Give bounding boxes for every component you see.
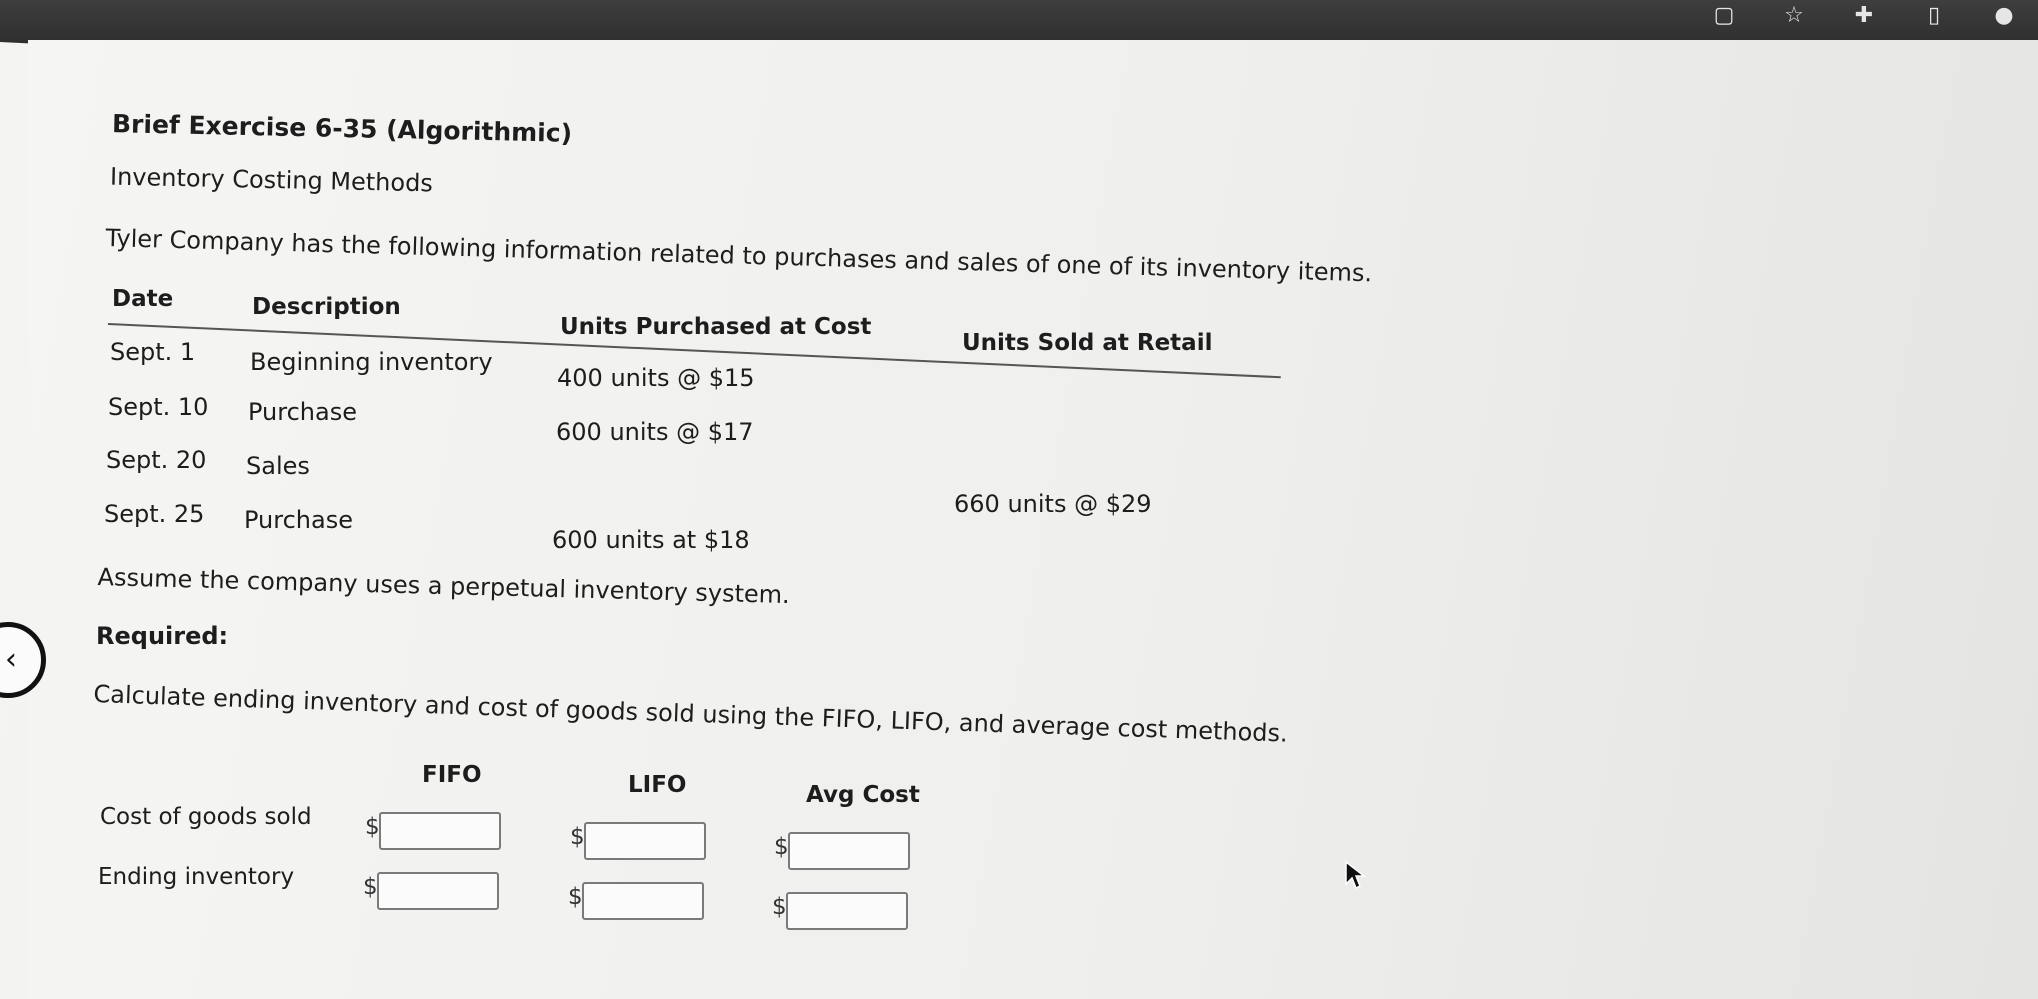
chevron-left-icon: ‹ bbox=[5, 642, 17, 677]
page-subtitle: Inventory Costing Methods bbox=[109, 162, 434, 198]
header-description: Description bbox=[252, 294, 401, 320]
row-1-purchased: 400 units @ $15 bbox=[557, 364, 755, 392]
row-label-cogs: Cost of goods sold bbox=[100, 804, 312, 830]
dollar-sign: $ bbox=[363, 874, 378, 900]
row-1-date: Sept. 1 bbox=[110, 338, 196, 366]
instruction-text: Calculate ending inventory and cost of g… bbox=[93, 680, 1289, 748]
row-3-date: Sept. 20 bbox=[106, 446, 207, 474]
column-lifo: LIFO bbox=[628, 772, 687, 798]
row-4-date: Sept. 25 bbox=[104, 500, 205, 528]
required-label: Required: bbox=[96, 622, 229, 650]
page-title: Brief Exercise 6-35 (Algorithmic) bbox=[111, 109, 573, 148]
dollar-sign: $ bbox=[568, 884, 583, 910]
header-units-purchased: Units Purchased at Cost bbox=[560, 314, 872, 340]
puzzle-icon[interactable]: ✚ bbox=[1850, 3, 1878, 28]
row-1-description: Beginning inventory bbox=[250, 348, 493, 376]
dollar-sign: $ bbox=[774, 834, 789, 860]
star-icon[interactable]: ☆ bbox=[1780, 3, 1808, 28]
dollar-sign: $ bbox=[365, 814, 380, 840]
cogs-lifo-input[interactable] bbox=[584, 822, 706, 860]
row-4-purchased: 600 units at $18 bbox=[552, 526, 750, 554]
dollar-sign: $ bbox=[570, 824, 585, 850]
header-units-sold: Units Sold at Retail bbox=[962, 330, 1213, 356]
row-3-sold: 660 units @ $29 bbox=[954, 490, 1152, 518]
row-4-description: Purchase bbox=[244, 506, 353, 534]
exercise-panel: Brief Exercise 6-35 (Algorithmic) Invent… bbox=[28, 40, 2038, 999]
row-label-ending-inventory: Ending inventory bbox=[98, 864, 295, 890]
header-date: Date bbox=[112, 286, 174, 312]
row-2-description: Purchase bbox=[248, 398, 357, 426]
assumption-text: Assume the company uses a perpetual inve… bbox=[97, 563, 791, 610]
row-2-date: Sept. 10 bbox=[108, 393, 209, 421]
browser-toolbar: ▢ ☆ ✚ ▯ ● bbox=[1710, 0, 2018, 30]
column-avg-cost: Avg Cost bbox=[806, 782, 920, 808]
cogs-avg-input[interactable] bbox=[788, 832, 910, 870]
ending-inventory-fifo-input[interactable] bbox=[377, 872, 499, 910]
dollar-sign: $ bbox=[772, 894, 787, 920]
sidebar-icon[interactable]: ▯ bbox=[1920, 3, 1948, 28]
ending-inventory-avg-input[interactable] bbox=[786, 892, 908, 930]
column-fifo: FIFO bbox=[422, 762, 482, 788]
browser-top-bar: ▢ ☆ ✚ ▯ ● bbox=[0, 0, 2038, 42]
mouse-pointer-icon bbox=[1345, 860, 1366, 890]
ending-inventory-lifo-input[interactable] bbox=[582, 882, 704, 920]
row-3-description: Sales bbox=[246, 452, 310, 480]
row-2-purchased: 600 units @ $17 bbox=[556, 418, 754, 446]
tab-icon[interactable]: ▢ bbox=[1710, 3, 1738, 28]
cogs-fifo-input[interactable] bbox=[379, 812, 501, 850]
profile-icon[interactable]: ● bbox=[1990, 3, 2018, 28]
intro-text: Tyler Company has the following informat… bbox=[105, 224, 1373, 288]
